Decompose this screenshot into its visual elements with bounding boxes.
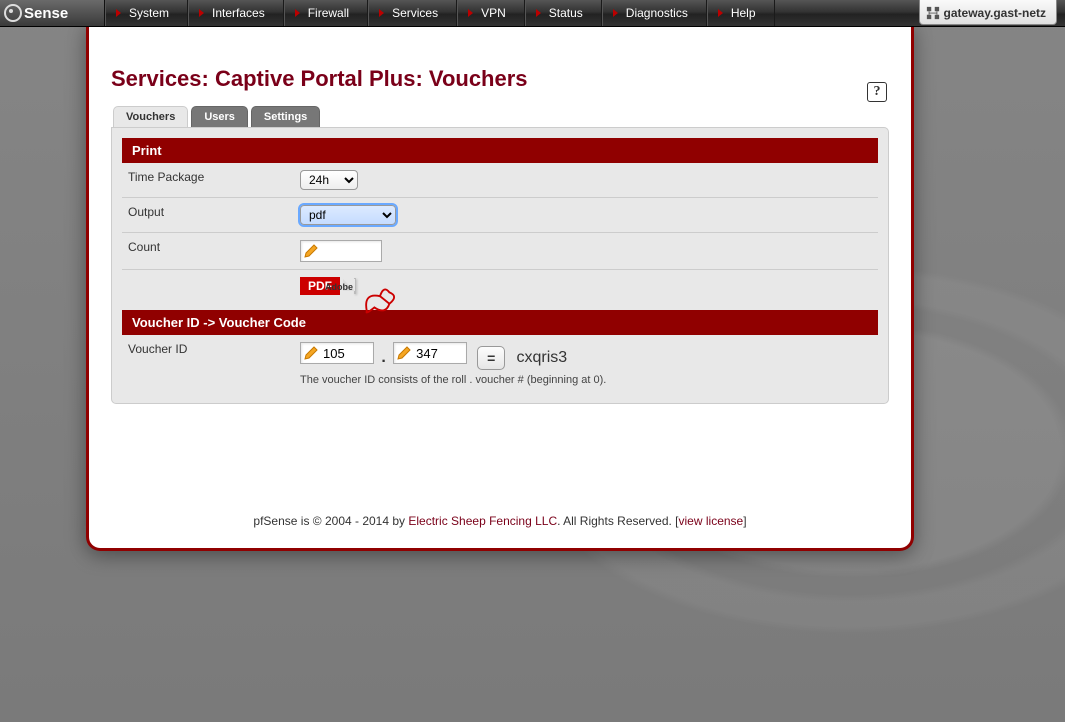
select-output[interactable]: pdf — [300, 205, 396, 225]
pencil-icon — [303, 345, 319, 361]
section-voucher-header: Voucher ID -> Voucher Code — [122, 310, 878, 335]
voucher-hint: The voucher ID consists of the roll . vo… — [300, 374, 872, 386]
nav-item-help[interactable]: Help — [707, 0, 775, 26]
tab-bar: Vouchers Users Settings — [113, 106, 889, 127]
hostname-text: gateway.gast-netz — [944, 6, 1046, 20]
input-vnum-wrap — [393, 342, 467, 364]
content-card: ? Services: Captive Portal Plus: Voucher… — [86, 24, 914, 551]
footer-license-link[interactable]: view license — [679, 514, 744, 528]
nav-item-system[interactable]: System — [105, 0, 188, 26]
pencil-icon — [396, 345, 412, 361]
pdf-download-button[interactable]: PDF Adobe — [300, 277, 372, 295]
input-count-wrap — [300, 240, 382, 262]
tab-settings[interactable]: Settings — [251, 106, 320, 127]
label-count: Count — [122, 233, 294, 270]
pencil-icon — [303, 243, 319, 259]
label-time-package: Time Package — [122, 163, 294, 198]
nav-item-diagnostics[interactable]: Diagnostics — [602, 0, 707, 26]
label-voucher-id: Voucher ID — [122, 335, 294, 393]
hostname-tab[interactable]: gateway.gast-netz — [919, 0, 1057, 25]
nav-item-interfaces[interactable]: Interfaces — [188, 0, 284, 26]
nav-item-status[interactable]: Status — [525, 0, 602, 26]
adobe-text: Adobe — [325, 282, 353, 292]
tab-vouchers[interactable]: Vouchers — [113, 106, 188, 127]
input-roll[interactable] — [321, 346, 373, 361]
section-print-header: Print — [122, 138, 878, 163]
input-vnum[interactable] — [414, 346, 466, 361]
label-output: Output — [122, 198, 294, 233]
nav-item-firewall[interactable]: Firewall — [284, 0, 368, 26]
pdf-page-icon: Adobe — [354, 278, 356, 294]
brand-logo: Sense — [0, 0, 105, 26]
input-roll-wrap — [300, 342, 374, 364]
footer-org-link[interactable]: Electric Sheep Fencing LLC — [408, 514, 557, 528]
network-icon — [926, 6, 940, 20]
input-count[interactable] — [321, 244, 381, 259]
page-title: Services: Captive Portal Plus: Vouchers — [111, 66, 889, 92]
brand-text: Sense — [24, 5, 68, 22]
tab-users[interactable]: Users — [191, 106, 248, 127]
nav-item-services[interactable]: Services — [368, 0, 457, 26]
top-nav: Sense SystemInterfacesFirewallServicesVP… — [0, 0, 1065, 27]
gear-icon — [4, 4, 22, 22]
panel: Print Time Package 24h Output pdf — [111, 127, 889, 404]
select-time-package[interactable]: 24h — [300, 170, 358, 190]
footer: pfSense is © 2004 - 2014 by Electric She… — [111, 514, 889, 528]
help-icon[interactable]: ? — [867, 82, 887, 102]
dot-separator: . — [381, 349, 385, 366]
nav-item-vpn[interactable]: VPN — [457, 0, 525, 26]
equals-button[interactable]: = — [477, 346, 505, 370]
voucher-code: cxqris3 — [517, 349, 568, 366]
